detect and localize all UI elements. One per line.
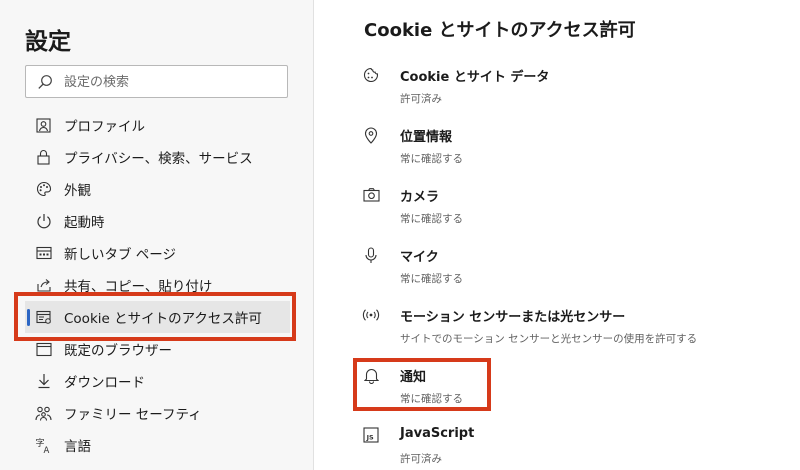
camera-icon [362, 186, 380, 204]
permission-microphone[interactable]: マイク 常に確認する [360, 235, 790, 295]
settings-search-input[interactable] [64, 71, 279, 93]
page-title: Cookie とサイトのアクセス許可 [364, 20, 636, 41]
sensor-icon [362, 306, 380, 324]
permission-name: モーション センサーまたは光センサー [400, 310, 626, 325]
sidebar-item-new-tab[interactable]: 新しいタブ ページ [25, 237, 290, 269]
family-icon [35, 405, 52, 422]
site-permissions-icon [35, 309, 52, 326]
settings-sidebar: 設定 プロファイル プライバシー、検索、サービス 外観 [0, 0, 314, 470]
permission-status: 許可済み [400, 453, 442, 465]
permission-list: Cookie とサイト データ 許可済み 位置情報 常に確認する カメラ 常に確… [360, 55, 790, 470]
main-content: Cookie とサイトのアクセス許可 Cookie とサイト データ 許可済み … [315, 0, 800, 470]
new-tab-icon [35, 245, 52, 262]
permission-status: 許可済み [400, 93, 442, 105]
permission-cookies-site-data[interactable]: Cookie とサイト データ 許可済み [360, 55, 790, 115]
sidebar-item-privacy[interactable]: プライバシー、検索、サービス [25, 141, 290, 173]
settings-nav: プロファイル プライバシー、検索、サービス 外観 起動時 新しいタブ ページ 共… [25, 109, 290, 470]
sidebar-item-label: 起動時 [64, 215, 105, 231]
sidebar-item-label: ファミリー セーフティ [64, 407, 202, 423]
javascript-icon: JS [362, 426, 380, 444]
permission-status: 常に確認する [400, 273, 463, 285]
permission-status: 常に確認する [400, 393, 463, 405]
permission-name: 位置情報 [400, 130, 453, 145]
sidebar-item-cookies-site-permissions[interactable]: Cookie とサイトのアクセス許可 [25, 301, 290, 333]
language-icon: 字A [35, 437, 52, 454]
sidebar-item-label: 共有、コピー、貼り付け [64, 279, 213, 295]
location-pin-icon [362, 126, 380, 144]
sidebar-item-share-copy-paste[interactable]: 共有、コピー、貼り付け [25, 269, 290, 301]
sidebar-item-profiles[interactable]: プロファイル [25, 109, 290, 141]
microphone-icon [362, 246, 380, 264]
sidebar-item-label: 新しいタブ ページ [64, 247, 177, 263]
permission-status: サイトでのモーション センサーと光センサーの使用を許可する [400, 333, 698, 345]
sidebar-item-downloads[interactable]: ダウンロード [25, 365, 290, 397]
settings-search-box[interactable] [25, 65, 288, 98]
sidebar-item-appearance[interactable]: 外観 [25, 173, 290, 205]
power-icon [35, 213, 52, 230]
permission-location[interactable]: 位置情報 常に確認する [360, 115, 790, 175]
sidebar-item-label: Cookie とサイトのアクセス許可 [64, 311, 262, 327]
profile-icon [35, 117, 52, 134]
sidebar-item-family-safety[interactable]: ファミリー セーフティ [25, 397, 290, 429]
search-icon [38, 75, 52, 89]
sidebar-title: 設定 [25, 29, 71, 55]
permission-name: カメラ [400, 190, 440, 205]
sidebar-item-label: 言語 [64, 439, 91, 455]
sidebar-item-startup[interactable]: 起動時 [25, 205, 290, 237]
permission-javascript[interactable]: JS JavaScript 許可済み [360, 415, 790, 470]
svg-text:JS: JS [366, 434, 374, 442]
download-icon [35, 373, 52, 390]
sidebar-item-label: プライバシー、検索、サービス [64, 151, 253, 167]
sidebar-item-default-browser[interactable]: 既定のブラウザー [25, 333, 290, 365]
svg-text:A: A [44, 446, 50, 454]
sidebar-item-label: ダウンロード [64, 375, 145, 391]
permission-name: 通知 [400, 370, 427, 385]
permission-name: JavaScript [400, 426, 475, 441]
permission-name: Cookie とサイト データ [400, 70, 550, 85]
sidebar-item-languages[interactable]: 字A 言語 [25, 429, 290, 461]
bell-icon [362, 366, 380, 384]
permission-motion-light-sensors[interactable]: モーション センサーまたは光センサー サイトでのモーション センサーと光センサー… [360, 295, 790, 355]
sidebar-item-label: 外観 [64, 183, 91, 199]
default-browser-icon [35, 341, 52, 358]
permission-notifications[interactable]: 通知 常に確認する [360, 355, 790, 415]
lock-icon [35, 149, 52, 166]
cookie-icon [362, 66, 380, 84]
permission-camera[interactable]: カメラ 常に確認する [360, 175, 790, 235]
permission-status: 常に確認する [400, 213, 463, 225]
permission-status: 常に確認する [400, 153, 463, 165]
permission-name: マイク [400, 250, 439, 265]
sidebar-item-label: 既定のブラウザー [64, 343, 172, 359]
sidebar-item-partial[interactable] [25, 461, 290, 470]
share-icon [35, 277, 52, 294]
palette-icon [35, 181, 52, 198]
sidebar-item-label: プロファイル [64, 119, 145, 135]
